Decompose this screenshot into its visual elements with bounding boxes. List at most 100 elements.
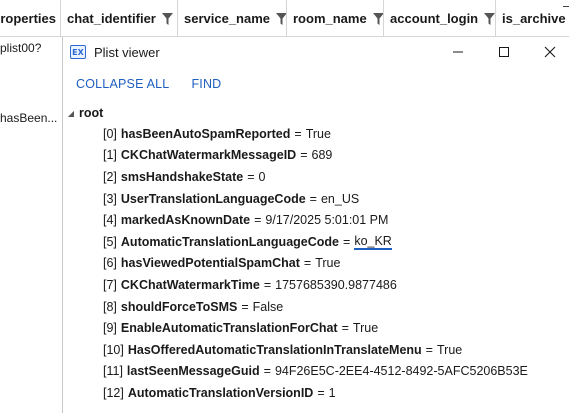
tree-item-index: [6] <box>103 256 117 271</box>
tree-item-value: True <box>305 126 331 141</box>
column-header-label: account_login <box>390 11 479 26</box>
close-button[interactable] <box>527 37 569 67</box>
equals-sign: = <box>263 277 272 292</box>
tree-item[interactable]: [8] shouldForceToSMS = False <box>63 296 569 318</box>
tree-item[interactable]: [4] markedAsKnownDate = 9/17/2025 5:01:01 P… <box>63 209 569 231</box>
tree-item-value: 689 <box>311 148 333 163</box>
tree-item[interactable]: [2] smsHandshakeState = 0 <box>63 166 569 188</box>
equals-sign: = <box>341 321 349 336</box>
tree-item-value: 1757685390.9877486 <box>275 277 397 292</box>
tree-item[interactable]: [7] CKChatWatermarkTime = 1757685390.987748… <box>63 274 569 296</box>
tree-item[interactable]: [1] CKChatWatermarkMessageID = 689 <box>63 145 569 167</box>
filter-icon[interactable] <box>161 12 173 25</box>
column-header-properties[interactable]: roperties <box>0 0 61 37</box>
tree-item-key: EnableAutomaticTranslationForChat <box>120 321 338 336</box>
tree-item-index: [9] <box>103 321 117 336</box>
column-header-room-name[interactable]: room_name <box>287 0 384 37</box>
tree-item-key: hasBeenAutoSpamReported <box>120 126 291 141</box>
tree-item-index: [11] <box>103 364 123 379</box>
grid-cell[interactable]: hasBeen... <box>0 111 62 125</box>
app-icon: EX <box>70 45 86 59</box>
equals-sign: = <box>303 256 312 271</box>
expand-caret-icon[interactable]: ◢ <box>66 109 76 118</box>
tree-item-key: AutomaticTranslationVersionID <box>127 385 314 400</box>
tree-root[interactable]: ◢ root <box>63 103 569 123</box>
tree-item-index: [8] <box>103 299 117 314</box>
equals-sign: = <box>309 191 317 206</box>
tree-item[interactable]: [10] HasOfferedAutomaticTranslationInTran… <box>63 339 569 361</box>
tree-item-key: UserTranslationLanguageCode <box>120 191 306 206</box>
filter-icon[interactable] <box>372 12 383 25</box>
column-header-service-name[interactable]: service_name <box>178 0 287 37</box>
column-header-label: roperties <box>0 11 56 26</box>
tree-item-index: [3] <box>103 191 117 206</box>
tree-item[interactable]: [9] EnableAutomaticTranslationForChat = Tru… <box>63 317 569 339</box>
tree-item-key: shouldForceToSMS <box>120 299 238 314</box>
tree-item-value: True <box>436 342 463 357</box>
equals-sign: = <box>425 342 433 357</box>
grid-cell[interactable]: plist00? <box>0 41 62 55</box>
equals-sign: = <box>241 299 249 314</box>
tree-item-value: False <box>252 299 284 314</box>
tree-root-label: root <box>79 106 104 120</box>
tree-item-index: [4] <box>103 213 117 228</box>
tree-item-key: HasOfferedAutomaticTranslationInTranslat… <box>127 342 422 357</box>
find-button[interactable]: FIND <box>191 77 221 91</box>
collapse-all-button[interactable]: COLLAPSE ALL <box>76 77 169 91</box>
maximize-button[interactable] <box>481 37 527 67</box>
tree-item[interactable]: [6] hasViewedPotentialSpamChat = True <box>63 253 569 275</box>
grid-header: roperties chat_identifier service_name r… <box>0 0 569 37</box>
tree-item-index: [10] <box>103 342 124 357</box>
equals-sign: = <box>317 385 325 400</box>
tree-item-key: lastSeenMessageGuid <box>126 364 260 379</box>
plist-viewer-window: EX Plist viewer COLLAPSE ALL FIND ◢ root… <box>62 37 569 413</box>
tree-item-key: CKChatWatermarkTime <box>120 277 260 292</box>
tree-item-value: ko_KR <box>354 233 392 250</box>
filter-icon[interactable] <box>484 12 495 25</box>
close-icon <box>544 46 556 58</box>
tree-item[interactable]: [11] lastSeenMessageGuid = 94F26E5C-2EE4-45… <box>63 361 569 383</box>
window-edge-mark <box>563 6 569 7</box>
tree-item[interactable]: [3] UserTranslationLanguageCode = en_US <box>63 188 569 210</box>
tree-item-value: 0 <box>258 169 266 184</box>
tree-item-key: AutomaticTranslationLanguageCode <box>120 234 339 249</box>
tree-item-index: [5] <box>103 234 117 249</box>
tree-item-index: [0] <box>103 126 117 141</box>
tree-item-index: [2] <box>103 169 117 184</box>
tree-item-key: markedAsKnownDate <box>120 213 251 228</box>
equals-sign: = <box>247 169 255 184</box>
tree-item[interactable]: [12] AutomaticTranslationVersionID = 1 <box>63 382 569 404</box>
tree-item-value: True <box>352 321 379 336</box>
column-header-chat-identifier[interactable]: chat_identifier <box>61 0 178 37</box>
column-header-is-archive[interactable]: is_archive <box>496 0 569 37</box>
maximize-icon <box>499 47 509 57</box>
toolbar: COLLAPSE ALL FIND <box>63 67 569 101</box>
tree-item-index: [12] <box>103 385 124 400</box>
equals-sign: = <box>300 148 308 163</box>
equals-sign: = <box>263 364 271 379</box>
equals-sign: = <box>254 213 262 228</box>
tree-item-key: smsHandshakeState <box>120 169 244 184</box>
column-header-account-login[interactable]: account_login <box>384 0 496 37</box>
tree-item-index: [1] <box>103 148 117 163</box>
equals-sign: = <box>343 234 351 249</box>
tree-item-value: 94F26E5C-2EE4-4512-8492-5AFC5206B53E <box>274 364 528 379</box>
column-header-label: service_name <box>184 11 271 26</box>
tree-item-value: 1 <box>328 385 336 400</box>
tree-item[interactable]: [5] AutomaticTranslationLanguageCode = ko_K… <box>63 231 569 253</box>
column-header-label: chat_identifier <box>67 11 156 26</box>
minimize-button[interactable] <box>435 37 481 67</box>
filter-icon[interactable] <box>276 12 286 25</box>
tree-item[interactable]: [0] hasBeenAutoSpamReported = True <box>63 123 569 145</box>
column-header-label: room_name <box>293 11 367 26</box>
column-header-label: is_archive <box>502 11 566 26</box>
equals-sign: = <box>294 126 302 141</box>
tree-item-value: en_US <box>320 191 360 206</box>
plist-tree: ◢ root [0] hasBeenAutoSpamReported = True [1… <box>63 103 569 404</box>
tree-item-value: 9/17/2025 5:01:01 PM <box>265 213 389 228</box>
window-title: Plist viewer <box>94 44 160 60</box>
tree-item-key: CKChatWatermarkMessageID <box>120 148 297 163</box>
tree-item-value: True <box>315 256 341 271</box>
title-bar[interactable]: EX Plist viewer <box>63 37 569 67</box>
minimize-icon <box>453 51 463 53</box>
